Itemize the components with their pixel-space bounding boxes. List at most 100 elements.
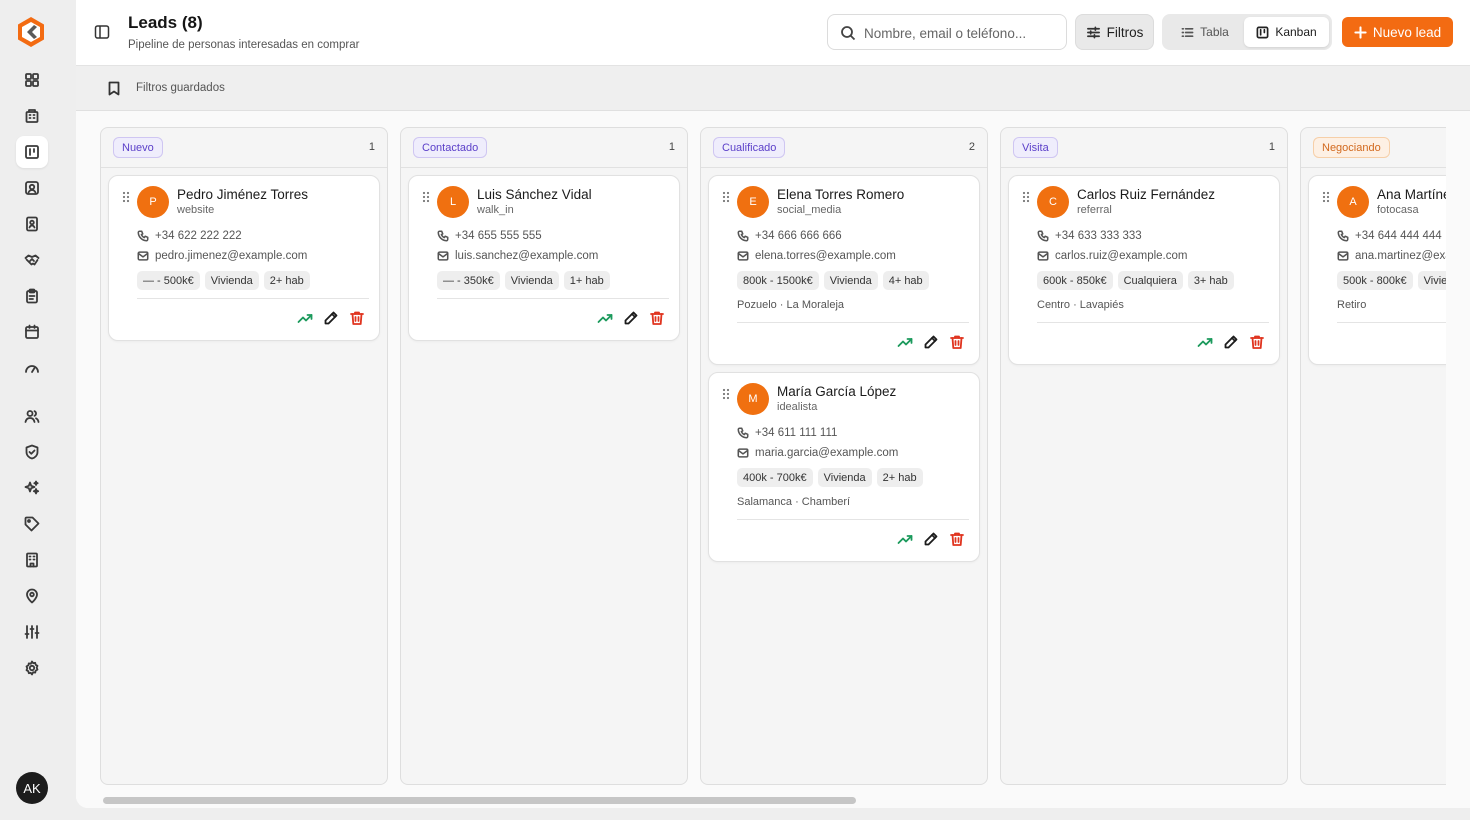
edit-lead-button[interactable]	[923, 334, 939, 355]
delete-lead-button[interactable]	[949, 334, 965, 355]
edit-lead-button[interactable]	[1223, 334, 1239, 355]
lead-card[interactable]: P Pedro Jiménez Torres website +34 622 222 …	[108, 175, 380, 341]
sidebar-item-id-card[interactable]	[16, 208, 48, 240]
trash-icon	[1250, 335, 1264, 349]
sidebar-item-gauge[interactable]	[16, 352, 48, 384]
sidebar-item-map-pin[interactable]	[16, 580, 48, 612]
advance-stage-button[interactable]	[297, 310, 313, 331]
sidebar-item-sparkles[interactable]	[16, 472, 48, 504]
delete-lead-button[interactable]	[349, 310, 365, 331]
bookmark-icon	[108, 81, 120, 96]
phone-icon	[137, 230, 149, 242]
phone-icon	[737, 230, 749, 242]
trash-icon	[950, 532, 964, 546]
search-input[interactable]	[864, 23, 1060, 43]
delete-lead-button[interactable]	[949, 531, 965, 552]
sidebar-item-users[interactable]	[16, 400, 48, 432]
kanban-icon	[25, 145, 39, 159]
edit-lead-button[interactable]	[923, 531, 939, 552]
delete-lead-button[interactable]	[1249, 334, 1265, 355]
sidebar-item-building-2[interactable]	[16, 544, 48, 576]
sidebar-item-shield-check[interactable]	[16, 436, 48, 468]
view-kanban-button[interactable]: Kanban	[1244, 17, 1329, 47]
page-header: Leads (8) Pipeline de personas interesad…	[76, 0, 1470, 66]
advance-stage-button[interactable]	[897, 334, 913, 355]
edit-lead-button[interactable]	[323, 310, 339, 331]
main-panel: Leads (8) Pipeline de personas interesad…	[76, 0, 1470, 808]
lead-chip: 2+ hab	[876, 468, 923, 487]
page-subtitle: Pipeline de personas interesadas en comp…	[128, 39, 360, 51]
sidebar-item-building[interactable]	[16, 100, 48, 132]
drag-handle-icon[interactable]	[122, 191, 130, 203]
lead-chip: 4+ hab	[882, 271, 929, 290]
lead-email-row: ana.martinez@example.com	[1337, 249, 1446, 263]
drag-handle-icon[interactable]	[1322, 191, 1330, 203]
lead-email: elena.torres@example.com	[755, 250, 896, 262]
sidebar-item-clipboard[interactable]	[16, 280, 48, 312]
lead-name[interactable]: Ana Martínez	[1377, 187, 1446, 202]
sidebar-toggle-icon[interactable]	[94, 24, 110, 40]
sidebar-item-handshake[interactable]	[16, 244, 48, 276]
advance-stage-button[interactable]	[897, 531, 913, 552]
plus-icon	[1354, 25, 1367, 39]
mail-icon	[1037, 251, 1049, 261]
lead-email: pedro.jimenez@example.com	[155, 250, 308, 262]
lead-name[interactable]: Luis Sánchez Vidal	[477, 187, 592, 202]
sidebar-item-contact[interactable]	[16, 172, 48, 204]
advance-stage-button[interactable]	[597, 310, 613, 331]
drag-handle-icon[interactable]	[422, 191, 430, 203]
lead-name[interactable]: Pedro Jiménez Torres	[177, 187, 308, 202]
lead-email-row: maria.garcia@example.com	[737, 446, 898, 460]
user-avatar[interactable]: AK	[16, 772, 48, 804]
scrollbar-thumb[interactable]	[103, 797, 856, 804]
search-icon	[841, 26, 856, 41]
drag-handle-icon[interactable]	[722, 388, 730, 400]
drag-handle-icon[interactable]	[722, 191, 730, 203]
sidebar-item-tag[interactable]	[16, 508, 48, 540]
trending-up-icon	[1197, 338, 1213, 347]
new-lead-button[interactable]: Nuevo lead	[1342, 17, 1453, 47]
lead-avatar: E	[737, 186, 769, 218]
lead-card[interactable]: E Elena Torres Romero social_media +34 666 …	[708, 175, 980, 365]
view-table-button[interactable]: Tabla	[1168, 17, 1242, 47]
sidebar-item-sliders[interactable]	[16, 616, 48, 648]
filters-button[interactable]: Filtros	[1075, 14, 1154, 50]
sidebar: AK	[0, 0, 64, 820]
lead-name[interactable]: Elena Torres Romero	[777, 187, 904, 202]
lead-name[interactable]: María García López	[777, 384, 896, 399]
lead-card[interactable]: A Ana Martínez fotocasa +34 644 444 444 ana.…	[1308, 175, 1446, 365]
lead-phone: +34 611 111 111	[755, 427, 838, 439]
lead-chip: 3+ hab	[1187, 271, 1234, 290]
edit-lead-button[interactable]	[623, 310, 639, 331]
lead-card[interactable]: C Carlos Ruiz Fernández referral +34 633 33…	[1008, 175, 1280, 365]
card-actions	[1197, 334, 1265, 355]
kanban-board: Nuevo 1 P Pedro Jiménez Torres website +34 62…	[100, 127, 1446, 785]
lead-name[interactable]: Carlos Ruiz Fernández	[1077, 187, 1215, 202]
saved-filters-bar[interactable]: Filtros guardados	[76, 66, 1470, 111]
lead-chip: 2+ hab	[263, 271, 310, 290]
sidebar-item-calendar[interactable]	[16, 316, 48, 348]
list-icon	[1181, 27, 1194, 37]
lead-source: social_media	[777, 204, 842, 216]
app-logo-icon[interactable]	[16, 16, 46, 48]
card-divider	[737, 322, 969, 323]
column-count: 2	[968, 141, 975, 153]
delete-lead-button[interactable]	[649, 310, 665, 331]
drag-handle-icon[interactable]	[1022, 191, 1030, 203]
users-icon	[24, 410, 40, 423]
page-title: Leads (8)	[128, 13, 203, 32]
sidebar-item-settings[interactable]	[16, 652, 48, 684]
sidebar-item-dashboard[interactable]	[16, 64, 48, 96]
lead-card[interactable]: M María García López idealista +34 611 111 …	[708, 372, 980, 562]
lead-phone-row: +34 633 333 333	[1037, 229, 1142, 243]
card-divider	[137, 298, 369, 299]
lead-card[interactable]: L Luis Sánchez Vidal walk_in +34 655 555 55…	[408, 175, 680, 341]
horizontal-scrollbar[interactable]	[100, 794, 1446, 806]
lead-zones: Retiro	[1337, 299, 1367, 311]
kanban-icon	[1256, 26, 1269, 38]
filters-label: Filtros	[1106, 24, 1144, 40]
search-box[interactable]	[827, 14, 1067, 50]
advance-stage-button[interactable]	[1197, 334, 1213, 355]
sidebar-item-kanban[interactable]	[16, 136, 48, 168]
card-divider	[1337, 322, 1446, 323]
